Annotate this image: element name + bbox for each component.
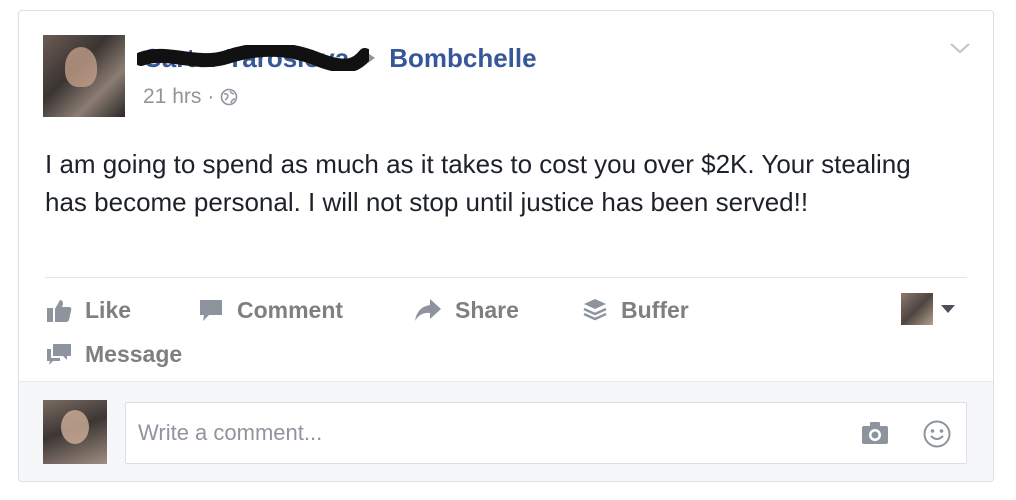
caret-down-icon xyxy=(941,305,955,313)
message-button[interactable]: Message xyxy=(45,337,182,371)
post-as-selector[interactable] xyxy=(901,293,955,325)
like-label: Like xyxy=(85,296,132,323)
divider xyxy=(45,277,967,278)
share-arrow-icon xyxy=(415,299,441,321)
post-meta: 21 hrs · xyxy=(143,85,238,109)
like-button[interactable]: Like xyxy=(45,293,131,327)
chevron-down-icon[interactable] xyxy=(949,41,971,55)
message-label: Message xyxy=(85,340,183,367)
speech-bubble-icon xyxy=(200,300,222,321)
camera-icon[interactable] xyxy=(860,420,890,446)
buffer-button[interactable]: Buffer xyxy=(581,293,689,327)
viewer-avatar-small xyxy=(901,293,933,325)
comment-box xyxy=(125,402,967,464)
share-label: Share xyxy=(455,296,519,323)
meta-separator: · xyxy=(207,85,215,108)
post-card: Carter Yaroslova Bombchelle 21 hrs · I a… xyxy=(18,10,994,482)
buffer-label: Buffer xyxy=(621,296,689,323)
comment-composer xyxy=(19,381,993,481)
smiley-icon[interactable] xyxy=(922,419,952,449)
globe-icon[interactable] xyxy=(220,88,238,106)
share-button[interactable]: Share xyxy=(413,293,519,327)
buffer-stack-icon xyxy=(583,299,607,321)
thumbs-up-icon xyxy=(47,300,72,322)
author-avatar[interactable] xyxy=(43,35,125,117)
viewer-avatar[interactable] xyxy=(43,400,107,464)
redaction-scribble xyxy=(137,45,369,71)
message-icon xyxy=(47,344,71,365)
post-body: I am going to spend as much as it takes … xyxy=(45,149,911,217)
comment-input[interactable] xyxy=(126,403,826,463)
comment-label: Comment xyxy=(237,296,344,323)
post-timestamp[interactable]: 21 hrs xyxy=(143,85,201,109)
comment-button[interactable]: Comment xyxy=(197,293,343,327)
post-header: Carter Yaroslova Bombchelle xyxy=(137,41,537,75)
target-page-link[interactable]: Bombchelle xyxy=(389,43,536,74)
